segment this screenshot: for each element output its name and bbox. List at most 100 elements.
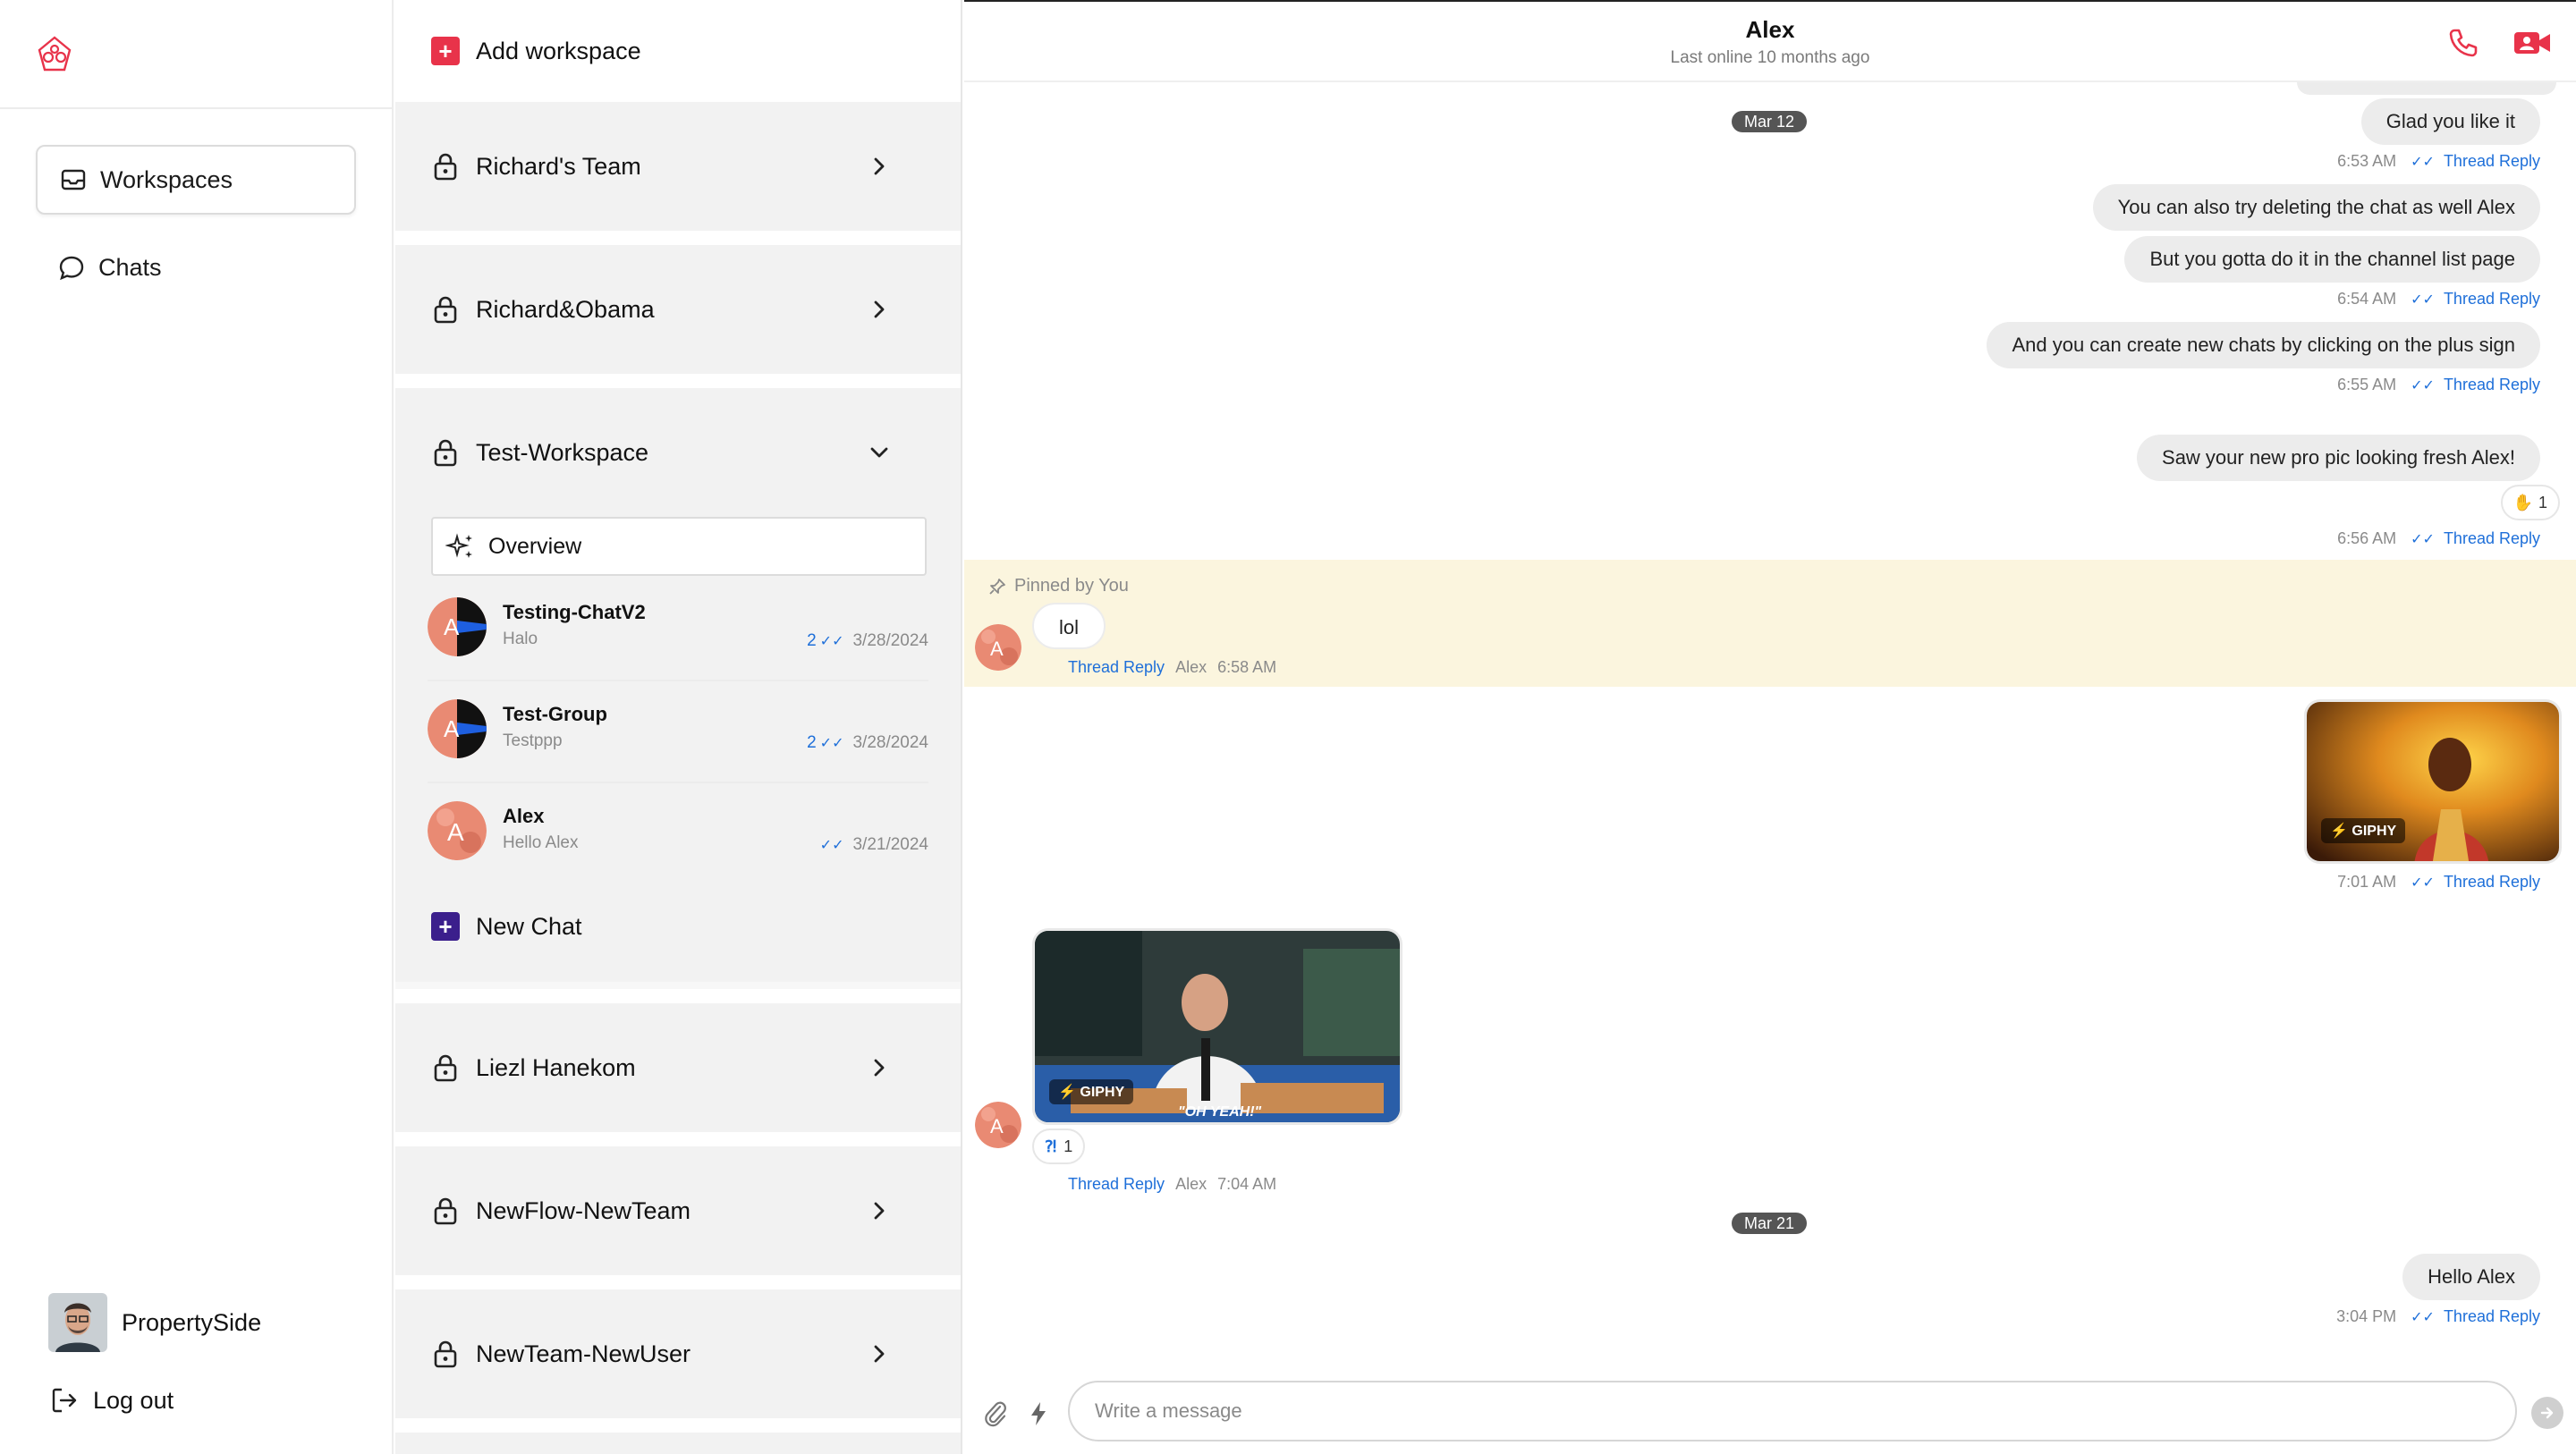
thread-reply-link[interactable]: Thread Reply xyxy=(2444,376,2540,394)
giphy-badge: ⚡ GIPHY xyxy=(2321,818,2406,843)
unread-count: 2 xyxy=(807,631,817,650)
sender-avatar: A xyxy=(975,624,1021,671)
chat-date: 3/28/2024 xyxy=(852,631,928,650)
thread-reply-link[interactable]: Thread Reply xyxy=(1068,658,1165,677)
chevron-right-icon xyxy=(874,300,885,318)
message-meta: 6:53 AM ✓✓ Thread Reply xyxy=(2337,152,2540,171)
chat-list-item[interactable]: A Testing-ChatV2 Halo 2 ✓✓ 3/28/2024 xyxy=(428,581,928,681)
double-check-icon: ✓✓ xyxy=(2411,377,2435,393)
inbox-icon xyxy=(61,169,86,190)
chat-bubble-icon xyxy=(59,256,84,281)
chevron-right-icon xyxy=(874,157,885,175)
user-avatar: A xyxy=(428,801,487,860)
chat-meta: 2 ✓✓ 3/28/2024 xyxy=(807,733,928,753)
message-input[interactable] xyxy=(1068,1381,2517,1441)
chevron-right-icon xyxy=(874,1345,885,1363)
chat-name: Testing-ChatV2 xyxy=(503,601,646,623)
double-check-icon: ✓✓ xyxy=(2411,531,2435,547)
message-bubble[interactable]: And you can create new chats by clicking… xyxy=(1987,322,2540,368)
workspace-newteam-newuser[interactable]: NewTeam-NewUser xyxy=(395,1289,961,1418)
message-time: 3:04 PM xyxy=(2336,1307,2397,1325)
overview-button[interactable]: Overview xyxy=(431,517,927,576)
sender-avatar: A xyxy=(975,1102,1021,1148)
chat-date: 3/28/2024 xyxy=(852,733,928,752)
rail-divider xyxy=(0,107,394,109)
double-check-icon: ✓✓ xyxy=(2411,154,2435,170)
thread-reply-link[interactable]: Thread Reply xyxy=(1068,1175,1165,1194)
message-meta: Thread Reply Alex 7:04 AM xyxy=(1068,1175,1276,1194)
brand-logo-icon[interactable] xyxy=(34,34,75,75)
chat-date: 3/21/2024 xyxy=(852,835,928,854)
giphy-badge: ⚡ GIPHY xyxy=(1049,1079,1134,1104)
new-chat-label: New Chat xyxy=(476,912,582,940)
chat-meta: ✓✓ 3/21/2024 xyxy=(820,835,928,855)
paperclip-icon[interactable] xyxy=(980,1399,1011,1429)
message-meta: 3:04 PM ✓✓ Thread Reply xyxy=(2336,1307,2540,1326)
gif-message[interactable]: ⚡ GIPHY xyxy=(2304,699,2562,864)
lightning-icon[interactable] xyxy=(1023,1399,1054,1429)
thread-reply-link[interactable]: Thread Reply xyxy=(2444,152,2540,171)
workspace-name: Richard's Team xyxy=(476,152,641,180)
message-time: 6:53 AM xyxy=(2337,152,2397,170)
message-bubble[interactable]: Hello Alex xyxy=(2402,1254,2540,1300)
message-bubble[interactable]: You can also try deleting the chat as we… xyxy=(2092,184,2540,231)
chat-list-item[interactable]: A Test-Group Testppp 2 ✓✓ 3/28/2024 xyxy=(428,683,928,783)
logout-icon xyxy=(52,1388,77,1413)
sender-name: Alex xyxy=(1175,658,1208,676)
nav-chats[interactable]: Chats xyxy=(36,232,356,302)
chat-name: Alex xyxy=(503,805,545,827)
workspace-newflow-newteam[interactable]: NewFlow-NewTeam xyxy=(395,1146,961,1275)
thread-reply-link[interactable]: Thread Reply xyxy=(2444,873,2540,892)
svg-text:A: A xyxy=(990,1115,1004,1137)
sparkles-icon xyxy=(445,533,472,558)
date-separator: Mar 12 xyxy=(1732,111,1808,132)
chat-header: Alex Last online 10 months ago xyxy=(964,0,2576,82)
phone-icon[interactable] xyxy=(2445,25,2481,61)
workspace-test-workspace[interactable]: Test-Workspace xyxy=(395,388,961,517)
workspace-name: NewFlow-NewTeam xyxy=(476,1196,691,1224)
nav-workspaces[interactable]: Workspaces xyxy=(36,145,356,215)
sender-name: Alex xyxy=(1175,1175,1208,1193)
workspace-name: Test-Workspace xyxy=(476,438,649,466)
video-call-icon[interactable] xyxy=(2512,25,2553,61)
workspace-richard-obama[interactable]: Richard&Obama xyxy=(395,245,961,374)
interrobang-icon: ⁈ xyxy=(1045,1137,1057,1155)
workspace-name: NewTeam-NewUser xyxy=(476,1340,691,1367)
current-user[interactable]: PropertySide xyxy=(48,1293,261,1352)
thread-reply-link[interactable]: Thread Reply xyxy=(2444,1307,2540,1326)
gif-message[interactable]: ⚡ GIPHY "OH YEAH!" xyxy=(1032,928,1402,1125)
message-meta: 7:01 AM ✓✓ Thread Reply xyxy=(2337,873,2540,892)
thread-reply-link[interactable]: Thread Reply xyxy=(2444,290,2540,309)
chat-name: Test-Group xyxy=(503,703,607,725)
message-meta: Thread Reply Alex 6:58 AM xyxy=(1068,658,1276,677)
chat-preview: Testppp xyxy=(503,731,563,750)
new-chat-button[interactable]: + New Chat xyxy=(431,912,582,941)
double-check-icon: ✓✓ xyxy=(819,838,844,853)
message-bubble[interactable]: lol xyxy=(1032,603,1106,649)
send-button[interactable] xyxy=(2531,1397,2563,1429)
double-check-icon: ✓✓ xyxy=(819,736,844,751)
send-arrow-icon xyxy=(2540,1407,2554,1419)
reaction-pill[interactable]: ⁈ 1 xyxy=(1032,1129,1086,1164)
reaction-pill[interactable]: ✋ 1 xyxy=(2500,485,2560,520)
svg-text:A: A xyxy=(447,818,464,846)
message-bubble[interactable]: Glad you like it xyxy=(2360,98,2540,145)
thread-reply-link[interactable]: Thread Reply xyxy=(2444,529,2540,548)
chat-pane: Alex Last online 10 months ago Mar 12 Gl… xyxy=(964,0,2576,1454)
workspace-richards-team[interactable]: Richard's Team xyxy=(395,102,961,231)
message-meta: 6:56 AM ✓✓ Thread Reply xyxy=(2337,529,2540,548)
add-workspace-button[interactable]: + Add workspace xyxy=(395,0,961,102)
svg-text:A: A xyxy=(990,638,1004,660)
logout-button[interactable]: Log out xyxy=(48,1384,174,1416)
message-bubble[interactable]: But you gotta do it in the channel list … xyxy=(2124,236,2540,283)
chat-preview: Halo xyxy=(503,630,538,648)
gif-caption: "OH YEAH!" xyxy=(1178,1104,1262,1120)
group-avatar: A xyxy=(428,597,487,656)
chat-list-item[interactable]: A Alex Hello Alex ✓✓ 3/21/2024 xyxy=(428,785,928,885)
svg-text:A: A xyxy=(444,715,460,742)
group-avatar: A xyxy=(428,699,487,758)
workspace-liezl-hanekom[interactable]: Liezl Hanekom xyxy=(395,1003,961,1132)
message-time: 6:58 AM xyxy=(1217,658,1277,676)
nav-workspaces-label: Workspaces xyxy=(100,165,233,193)
message-bubble[interactable]: Saw your new pro pic looking fresh Alex! xyxy=(2137,435,2540,481)
